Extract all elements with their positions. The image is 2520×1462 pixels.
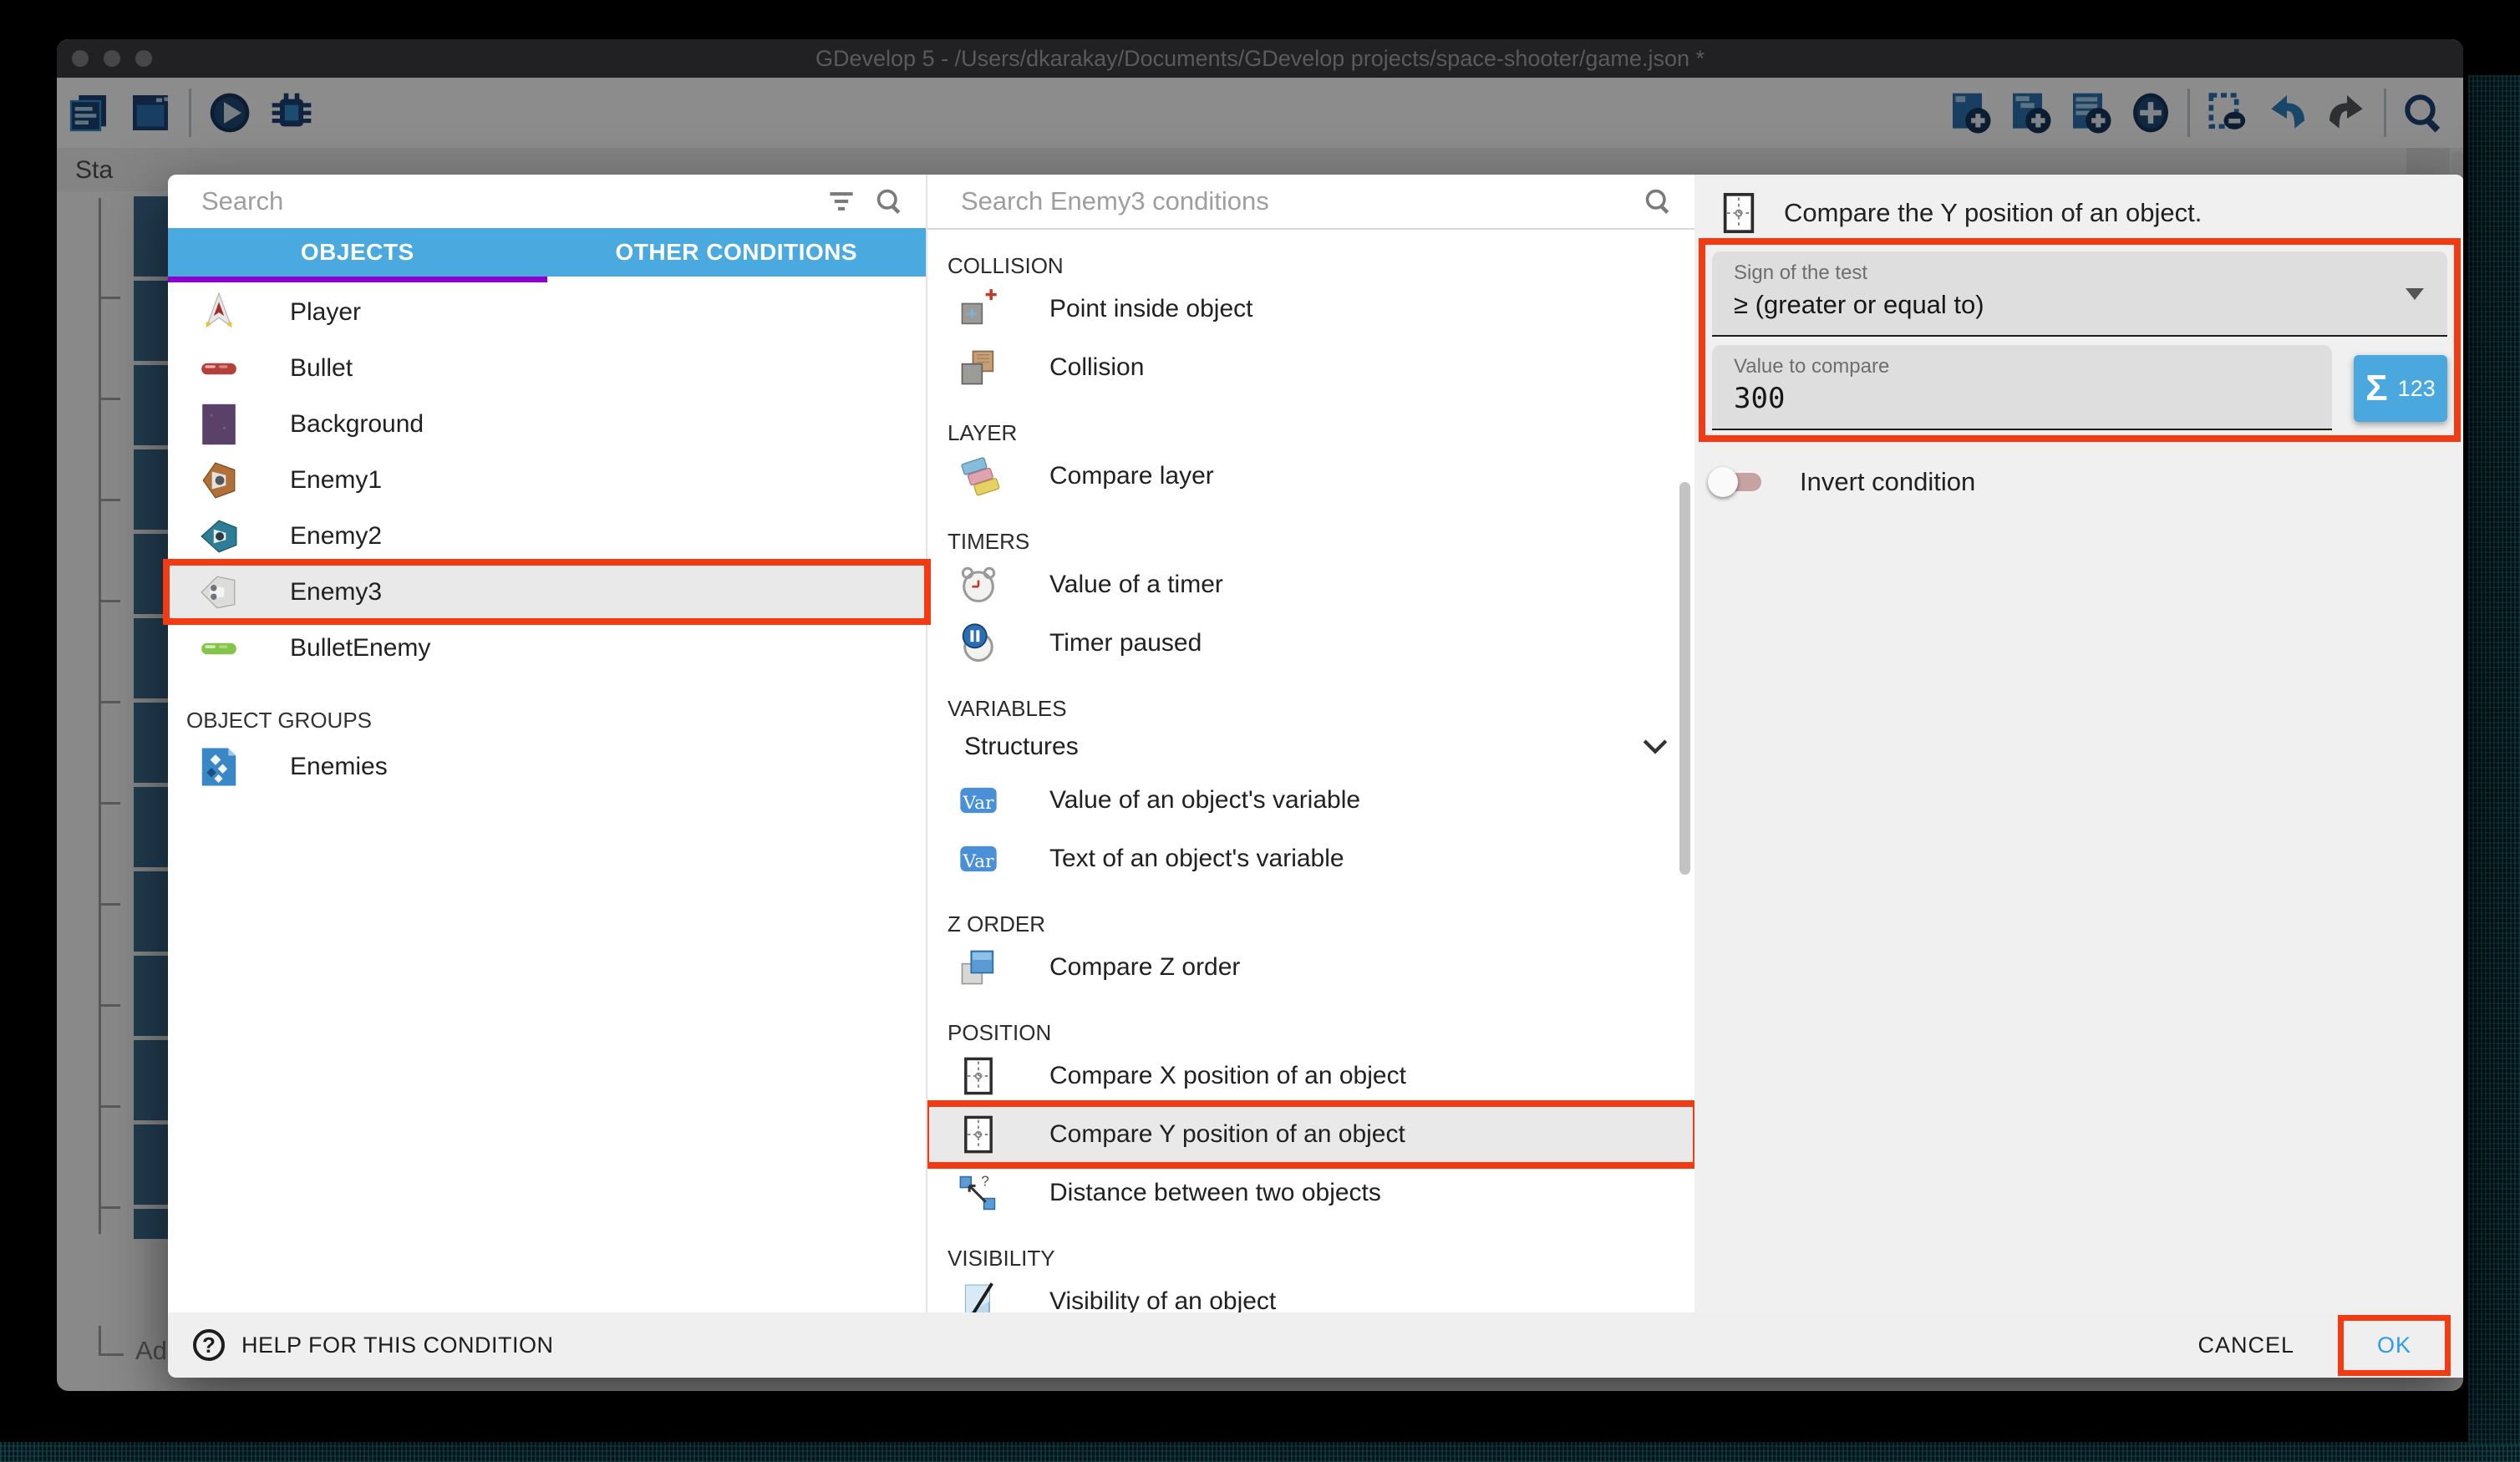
- help-button[interactable]: ? HELP FOR THIS CONDITION: [168, 1329, 554, 1361]
- compare-layer[interactable]: Compare layer: [927, 447, 1694, 505]
- enemy2[interactable]: Enemy2: [168, 508, 926, 564]
- enemy3-ship-icon: [196, 570, 241, 615]
- value-to-compare-label: Value to compare: [1734, 355, 2332, 378]
- annotation-box-ok: OK: [2338, 1315, 2451, 1376]
- variable-icon: Var: [956, 836, 1001, 881]
- player[interactable]: Player: [168, 284, 926, 340]
- timer-paused-icon: [956, 621, 1001, 666]
- enemy2-ship-icon: [196, 514, 241, 559]
- section-header-variables: VARIABLES: [927, 694, 1694, 723]
- condition-parameters-panel: Compare the Y position of an object. Sig…: [1694, 175, 2463, 1378]
- tab-other-conditions[interactable]: OTHER CONDITIONS: [547, 228, 927, 277]
- value-of-a-timer[interactable]: Value of a timer: [927, 556, 1694, 614]
- sign-of-test-value: ≥ (greater or equal to): [1734, 290, 2447, 320]
- gdevelop-window: GDevelop 5 - /Users/dkarakay/Documents/G…: [57, 39, 2463, 1391]
- objects-panel: OBJECTSOTHER CONDITIONS Player Bullet Ba…: [168, 175, 926, 1378]
- chevron-down-icon: [1641, 739, 1669, 755]
- toggle-knob[interactable]: [1708, 467, 1738, 497]
- z-order-icon: [956, 945, 1001, 990]
- active-tab-underline: [168, 277, 547, 282]
- section-header-visibility: VISIBILITY: [927, 1244, 1694, 1272]
- question-mark-icon: ?: [193, 1329, 225, 1361]
- bullet-enemy-icon: [196, 626, 241, 671]
- variable-icon: Var: [956, 778, 1001, 823]
- section-header-collision: COLLISION: [927, 251, 1694, 280]
- enemies[interactable]: Enemies: [168, 739, 926, 794]
- svg-text:Var: Var: [963, 793, 995, 814]
- invert-condition-toggle[interactable]: [1713, 473, 1761, 491]
- sign-of-test-select[interactable]: Sign of the test ≥ (greater or equal to): [1712, 251, 2447, 337]
- sign-of-test-label: Sign of the test: [1734, 261, 2447, 285]
- search-icon: [1643, 186, 1673, 216]
- enemy3[interactable]: Enemy3: [168, 564, 926, 620]
- section-header-position: POSITION: [927, 1018, 1694, 1047]
- object-group-icon: [196, 744, 241, 789]
- position-grid-icon: [1715, 190, 1762, 236]
- conditions-search-row: [927, 175, 1694, 228]
- cancel-button[interactable]: CANCEL: [2176, 1317, 2316, 1373]
- bullet[interactable]: Bullet: [168, 340, 926, 396]
- text-of-an-object-s-variable[interactable]: Var Text of an object's variable: [927, 830, 1694, 888]
- collision[interactable]: Collision: [927, 338, 1694, 397]
- object-tabs: OBJECTSOTHER CONDITIONS: [168, 228, 926, 277]
- compare-z-order[interactable]: Compare Z order: [927, 938, 1694, 997]
- collapsible-structures-row[interactable]: Structures: [927, 723, 1694, 771]
- compare-y-position-of-an-object[interactable]: Compare Y position of an object: [927, 1105, 1694, 1164]
- value-to-compare-input[interactable]: [1734, 382, 2272, 415]
- point-inside-object[interactable]: Point inside object: [927, 280, 1694, 338]
- compare-layer-icon: [956, 454, 1001, 499]
- objects-search-row: [168, 175, 926, 228]
- section-header-timers: TIMERS: [927, 527, 1694, 556]
- dialog-footer: ? HELP FOR THIS CONDITION CANCEL OK: [168, 1312, 2463, 1378]
- svg-text:?: ?: [981, 1172, 989, 1189]
- timer-paused[interactable]: Timer paused: [927, 614, 1694, 673]
- conditions-search-input[interactable]: [927, 186, 1643, 216]
- background-icon: [196, 402, 241, 447]
- annotation-box-parameters: Sign of the test ≥ (greater or equal to)…: [1699, 238, 2461, 442]
- compare-x-position-of-an-object[interactable]: Compare X position of an object: [927, 1047, 1694, 1105]
- player-ship-icon: [196, 290, 241, 335]
- position-grid-icon: [956, 1053, 1001, 1099]
- object-groups-header: OBJECT GROUPS: [186, 708, 926, 734]
- enemy1-ship-icon: [196, 458, 241, 503]
- search-icon: [874, 186, 904, 216]
- objects-list: Player Bullet Background Enemy1 Enemy2 E…: [168, 284, 926, 676]
- distance-icon: ?: [956, 1170, 1001, 1216]
- svg-text:Var: Var: [963, 851, 995, 872]
- value-of-an-object-s-variable[interactable]: Var Value of an object's variable: [927, 771, 1694, 830]
- conditions-panel: COLLISION Point inside object Collision …: [926, 175, 1694, 1378]
- section-header-z-order: Z ORDER: [927, 910, 1694, 938]
- desktop-wallpaper-strip: [0, 1442, 2520, 1462]
- background[interactable]: Background: [168, 396, 926, 452]
- condition-title: Compare the Y position of an object.: [1784, 198, 2202, 228]
- condition-editor-dialog: OBJECTSOTHER CONDITIONS Player Bullet Ba…: [168, 175, 2463, 1378]
- collision-icon: [956, 345, 1001, 390]
- distance-between-two-objects[interactable]: ? Distance between two objects: [927, 1164, 1694, 1222]
- desktop-background: GDevelop 5 - /Users/dkarakay/Documents/G…: [0, 0, 2520, 1462]
- position-grid-icon: [956, 1112, 1001, 1157]
- help-label: HELP FOR THIS CONDITION: [241, 1333, 554, 1358]
- enemy1[interactable]: Enemy1: [168, 452, 926, 508]
- dropdown-caret-icon: [2406, 288, 2424, 300]
- sigma-icon: Σ: [2365, 368, 2387, 409]
- invert-condition-label: Invert condition: [1800, 467, 1975, 497]
- timer-icon: [956, 562, 1001, 607]
- ok-button[interactable]: OK: [2377, 1333, 2411, 1358]
- desktop-wallpaper-strip: [2468, 75, 2520, 1445]
- object-groups-list: Enemies: [168, 739, 926, 794]
- tab-objects[interactable]: OBJECTS: [168, 228, 547, 277]
- value-to-compare-field: Value to compare: [1712, 345, 2332, 430]
- expression-editor-button[interactable]: Σ 123: [2354, 355, 2447, 422]
- filter-icon[interactable]: [827, 189, 856, 214]
- bulletenemy[interactable]: BulletEnemy: [168, 620, 926, 676]
- section-header-layer: LAYER: [927, 419, 1694, 447]
- objects-search-input[interactable]: [168, 186, 827, 216]
- bullet-icon: [196, 346, 241, 391]
- conditions-scrollbar-thumb[interactable]: [1679, 482, 1690, 875]
- point-inside-object-icon: [956, 287, 1001, 332]
- digits-123-label: 123: [2398, 376, 2436, 402]
- conditions-list: COLLISION Point inside object Collision …: [927, 230, 1694, 1379]
